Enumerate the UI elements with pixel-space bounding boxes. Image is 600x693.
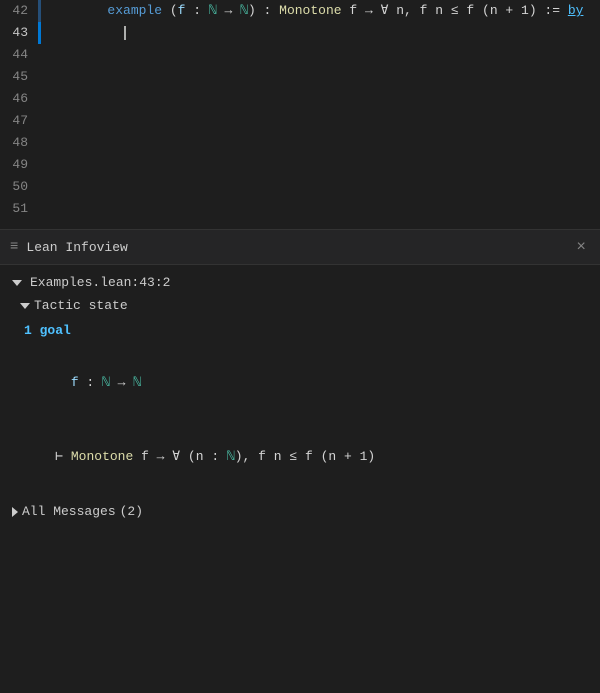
panel-title: Lean Infoview — [26, 240, 564, 255]
panel-icon: ≡ — [10, 239, 18, 255]
line-number-46: 46 — [0, 88, 38, 110]
line-number-48: 48 — [0, 132, 38, 154]
all-messages-triangle-icon — [12, 507, 18, 517]
all-messages-count: (2) — [120, 504, 143, 519]
line-number-49: 49 — [0, 154, 38, 176]
code-lines: 42 example (f : ℕ → ℕ) : Monotone f → ∀ … — [0, 0, 600, 220]
hyp-f-var: f — [71, 375, 79, 390]
code-line-49: 49 — [0, 154, 600, 176]
line-content-43 — [41, 0, 126, 66]
code-line-47: 47 — [0, 110, 600, 132]
panel-close-button[interactable]: × — [572, 236, 590, 258]
infoview-location-header[interactable]: Examples.lean:43:2 — [12, 275, 588, 290]
code-line-46: 46 — [0, 88, 600, 110]
hypothesis-block: f : ℕ → ℕ — [24, 350, 588, 416]
infoview-location-text: Examples.lean:43:2 — [30, 275, 170, 290]
line-number-50: 50 — [0, 176, 38, 198]
code-line-51: 51 — [0, 198, 600, 220]
infoview-content: Examples.lean:43:2 Tactic state 1 goal f… — [0, 265, 600, 693]
line-number-44: 44 — [0, 44, 38, 66]
all-messages-section[interactable]: All Messages (2) — [12, 504, 588, 519]
line-number-43: 43 — [0, 22, 38, 44]
line-number-47: 47 — [0, 110, 38, 132]
goal-turnstile-line: ⊢ Monotone f → ∀ (n : ℕ), f n ≤ f (n + 1… — [24, 424, 588, 490]
tactic-state-label: Tactic state — [34, 298, 128, 313]
one-goal-label: 1 goal — [24, 323, 588, 338]
text-cursor — [124, 26, 126, 40]
line-number-45: 45 — [0, 66, 38, 88]
tactic-state-triangle-icon — [20, 303, 30, 309]
collapse-triangle-icon — [12, 280, 22, 286]
line-number-51: 51 — [0, 198, 38, 220]
code-editor[interactable]: 42 example (f : ℕ → ℕ) : Monotone f → ∀ … — [0, 0, 600, 230]
tactic-state-header[interactable]: Tactic state — [20, 298, 588, 313]
code-line-48: 48 — [0, 132, 600, 154]
code-line-45: 45 — [0, 66, 600, 88]
code-line-50: 50 — [0, 176, 600, 198]
line-number-42: 42 — [0, 0, 38, 22]
all-messages-label: All Messages — [22, 504, 116, 519]
hypothesis-f-line: f : ℕ → ℕ — [24, 350, 588, 416]
lean-infoview-panel-header: ≡ Lean Infoview × — [0, 230, 600, 265]
